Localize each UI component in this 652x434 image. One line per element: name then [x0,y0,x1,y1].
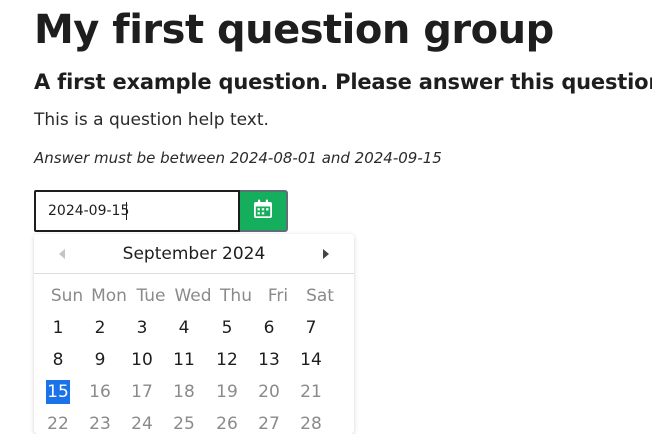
calendar-day[interactable]: 10 [121,346,163,374]
calendar-icon [252,198,274,224]
calendar-day-disabled: 19 [216,382,238,402]
calendar-day[interactable]: 4 [163,314,205,342]
calendar-day-selected[interactable]: 15 [37,378,79,406]
datepicker-popup: September 2024 Sun Mon Tue Wed Thu Fri S… [34,234,354,434]
datepicker-header: September 2024 [34,234,354,274]
weekday-label: Sun [50,286,84,306]
calendar-day[interactable]: 2 [79,314,121,342]
calendar-day-disabled: 18 [173,382,195,402]
weekday-label: Tue [136,286,166,306]
calendar-day-disabled: 24 [131,414,153,434]
calendar-day[interactable]: 7 [290,314,332,342]
calendar-day-disabled: 23 [89,414,111,434]
weekday-label: Wed [174,286,212,306]
calendar-day[interactable]: 12 [206,346,248,374]
calendar-day-disabled: 21 [300,382,322,402]
open-calendar-button[interactable] [240,190,288,232]
next-month-button[interactable] [316,244,336,264]
calendar-day-disabled: 20 [258,382,280,402]
calendar-day-disabled: 16 [89,382,111,402]
datepicker-month-label: September 2024 [122,244,266,264]
question-group-title: My first question group [34,7,554,53]
calendar-day-disabled: 22 [47,414,69,434]
calendar-day[interactable]: 6 [248,314,290,342]
validation-tip: Answer must be between 2024-08-01 and 20… [34,149,442,167]
weekday-label: Sat [306,286,334,306]
calendar-day-disabled: 27 [258,414,280,434]
calendar-day[interactable]: 3 [121,314,163,342]
date-input[interactable] [34,190,240,232]
weekday-header-row: Sun Mon Tue Wed Thu Fri Sat [34,284,354,308]
question-help-text: This is a question help text. [34,110,269,130]
calendar-day[interactable]: 9 [79,346,121,374]
chevron-right-icon [323,249,329,259]
calendar-day-disabled: 17 [131,382,153,402]
question-text: A first example question. Please answer … [34,70,652,94]
calendar-day-disabled: 28 [300,414,322,434]
weekday-label: Fri [267,286,289,306]
calendar-day[interactable]: 8 [37,346,79,374]
weekday-label: Mon [91,286,127,306]
calendar-day[interactable]: 5 [206,314,248,342]
text-caret [126,202,127,220]
calendar-day[interactable]: 1 [37,314,79,342]
weekday-label: Thu [220,286,252,306]
calendar-day[interactable]: 11 [163,346,205,374]
calendar-day-disabled: 26 [216,414,238,434]
calendar-day-disabled: 25 [173,414,195,434]
calendar-day[interactable]: 14 [290,346,332,374]
calendar-day[interactable]: 13 [248,346,290,374]
